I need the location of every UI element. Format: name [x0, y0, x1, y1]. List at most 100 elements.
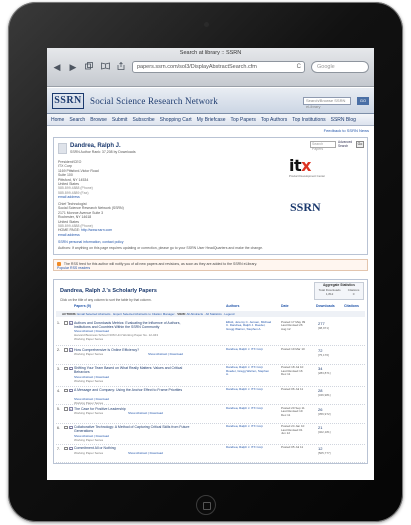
- row-checkbox[interactable]: [64, 366, 68, 370]
- itx-logo-x: x: [301, 156, 311, 175]
- agg-citations-value: 0: [352, 292, 355, 296]
- col-header-papers[interactable]: Papers (9): [74, 304, 91, 308]
- rss-readers-link[interactable]: Popular RSS readers: [57, 266, 90, 270]
- nav-search[interactable]: Search: [69, 117, 85, 123]
- row-checkbox[interactable]: [64, 446, 68, 450]
- author-profile-box: Search Papers Advanced Search Go Dandrea…: [53, 137, 368, 255]
- share-icon[interactable]: [116, 61, 126, 73]
- expand-icon[interactable]: +: [69, 366, 73, 370]
- papers-list: 1. + Authors and Downloads Metrics: Eval…: [56, 319, 365, 463]
- nav-top-authors[interactable]: Top Authors: [261, 117, 287, 123]
- paper-title-link[interactable]: A Message and Company: Using the Anchor …: [74, 388, 194, 392]
- paper-search-input[interactable]: Search Papers: [310, 141, 336, 151]
- row-checkbox[interactable]: [64, 348, 68, 352]
- address-block-ssrn: Chief Technologist Social Science Resear…: [58, 202, 158, 237]
- paper-type: Working Paper Series: [74, 352, 104, 356]
- paper-type: Working Paper Series: [74, 450, 104, 455]
- export-selected-link[interactable]: Export Selected Abstracts to Citation Ma…: [113, 312, 174, 316]
- row-checkbox[interactable]: [64, 321, 68, 325]
- col-header-date[interactable]: Date: [281, 304, 289, 308]
- paper-title-link[interactable]: Collaborative Technology: A Method of Ca…: [74, 425, 194, 433]
- table-row: 1. + Authors and Downloads Metrics: Eval…: [56, 319, 365, 346]
- author-rank[interactable]: SSRN Author Rank: 37,208 by Downloads: [70, 150, 136, 154]
- row-checkbox[interactable]: [64, 425, 68, 429]
- paper-authors[interactable]: Dandrea, Ralph J. ITX Corp Roeder, Gregg…: [226, 365, 272, 377]
- bookmarks-icon[interactable]: [100, 61, 110, 73]
- paper-rank: [98,971]: [318, 325, 329, 330]
- all-statistics-link[interactable]: All Statistics: [206, 312, 222, 316]
- biography-link[interactable]: SSRN personal information, contact polic…: [58, 240, 124, 244]
- nav-shopping-cart[interactable]: Shopping Cart: [160, 117, 192, 123]
- ssrn-header: SSRN Social Science Research Network Sea…: [47, 88, 374, 114]
- col-header-authors[interactable]: Authors: [226, 304, 239, 308]
- email-link[interactable]: email address: [58, 233, 158, 237]
- home-page-label: HOME PAGE:: [58, 228, 80, 233]
- nav-home[interactable]: Home: [51, 117, 64, 123]
- row-number: 7.: [57, 446, 60, 451]
- sort-note: Click on the title of any column to sort…: [60, 298, 152, 302]
- browser-search-input[interactable]: Google: [311, 61, 369, 73]
- nav-submit[interactable]: Submit: [112, 117, 128, 123]
- expand-icon[interactable]: +: [69, 446, 73, 450]
- email-link[interactable]: email address: [58, 195, 158, 199]
- all-abstracts-link[interactable]: All Abstracts: [187, 312, 204, 316]
- row-checkbox[interactable]: [64, 407, 68, 411]
- back-arrow-icon[interactable]: ◀: [52, 61, 62, 73]
- reload-icon[interactable]: C: [297, 62, 301, 72]
- row-checkbox[interactable]: [64, 388, 68, 392]
- expand-icon[interactable]: +: [69, 348, 73, 352]
- advanced-search-link[interactable]: Advanced Search: [338, 140, 354, 148]
- paper-links[interactable]: Show Abstract | Download: [128, 451, 163, 455]
- col-header-downloads[interactable]: Downloads: [316, 304, 335, 308]
- paper-authors[interactable]: Elliott, Jeremy C. Jensen, Michael C. Da…: [226, 320, 272, 332]
- tabs-icon[interactable]: [84, 61, 94, 73]
- row-number: 4.: [57, 388, 60, 393]
- paper-date: Posted 06 Jul 11: [281, 387, 304, 391]
- nav-top-institutions[interactable]: Top Institutions: [292, 117, 325, 123]
- ssrn-logo[interactable]: SSRN: [52, 92, 84, 109]
- paper-search-go-button[interactable]: Go: [356, 141, 364, 149]
- forward-arrow-icon[interactable]: ▶: [68, 61, 78, 73]
- nav-browse[interactable]: Browse: [90, 117, 107, 123]
- itx-subtitle: Product Development Center: [289, 174, 326, 178]
- nav-top-papers[interactable]: Top Papers: [231, 117, 256, 123]
- expand-icon[interactable]: +: [69, 388, 73, 392]
- table-row: 2. + How Comprehensive Is Online Efficie…: [56, 346, 365, 365]
- paper-authors[interactable]: Dandrea, Ralph J. ITX Corp: [226, 445, 272, 450]
- row-number: 2.: [57, 348, 60, 352]
- paper-authors[interactable]: Dandrea, Ralph J. ITX Corp: [226, 347, 272, 352]
- view-label: VIEW:: [177, 312, 186, 316]
- paper-title-link[interactable]: Authors and Downloads Metrics: Evaluatin…: [74, 321, 194, 329]
- paper-links[interactable]: Show Abstract | Download: [128, 411, 163, 415]
- address-bar[interactable]: papers.ssrn.com/sol3/DisplayAbstractSear…: [132, 61, 305, 73]
- home-button[interactable]: [196, 495, 216, 515]
- email-selected-link[interactable]: Email Selected Abstracts: [77, 312, 110, 316]
- header-search-input[interactable]: Search/Browse SSRN eLibrary: [303, 96, 351, 109]
- expand-icon[interactable]: +: [69, 425, 73, 429]
- nav-subscribe[interactable]: Subscribe: [132, 117, 154, 123]
- network-title: Social Science Research Network: [90, 95, 218, 106]
- paper-title-link[interactable]: Shifting Your Team Based on What Really …: [74, 366, 194, 374]
- table-row: 3. + Shifting Your Team Based on What Re…: [56, 365, 365, 387]
- col-header-citations[interactable]: Citations: [344, 304, 359, 308]
- legend-link[interactable]: Legend: [224, 312, 234, 316]
- agg-downloads-value: 1,812: [325, 292, 334, 296]
- paper-type: Working Paper Series: [74, 337, 104, 341]
- paper-authors[interactable]: Dandrea, Ralph J. ITX Corp: [226, 424, 272, 429]
- table-row: 7. + Commitment All or Nothing Show Abst…: [56, 445, 365, 463]
- expand-icon[interactable]: +: [69, 321, 73, 325]
- tablet-screen: Search at library :: SSRN ◀ ▶ papers.ssr…: [47, 48, 374, 480]
- ssrn-affiliation-logo: SSRN: [290, 200, 321, 214]
- paper-authors[interactable]: Dandrea, Ralph J. ITX Corp: [226, 406, 272, 411]
- paper-rank: [505,777]: [318, 451, 331, 455]
- paper-authors[interactable]: Dandrea, Ralph J. ITX Corp: [226, 387, 272, 392]
- home-page-link[interactable]: http://www.ssrn.com: [81, 228, 112, 232]
- nav-my-briefcase[interactable]: My Briefcase: [197, 117, 226, 123]
- nav-ssrn-blog[interactable]: SSRN Blog: [331, 117, 356, 123]
- paper-links[interactable]: Show Abstract | Download: [148, 352, 183, 356]
- papers-panel: Dandrea, Ralph J.'s Scholarly Papers Agg…: [53, 279, 368, 464]
- header-go-button[interactable]: GO: [357, 96, 369, 105]
- expand-icon[interactable]: +: [69, 407, 73, 411]
- paper-date: Posted 24 Jan 10 Last Revised 01 Jun 12: [281, 424, 305, 436]
- feedback-link[interactable]: Feedback to SSRN News: [47, 126, 374, 135]
